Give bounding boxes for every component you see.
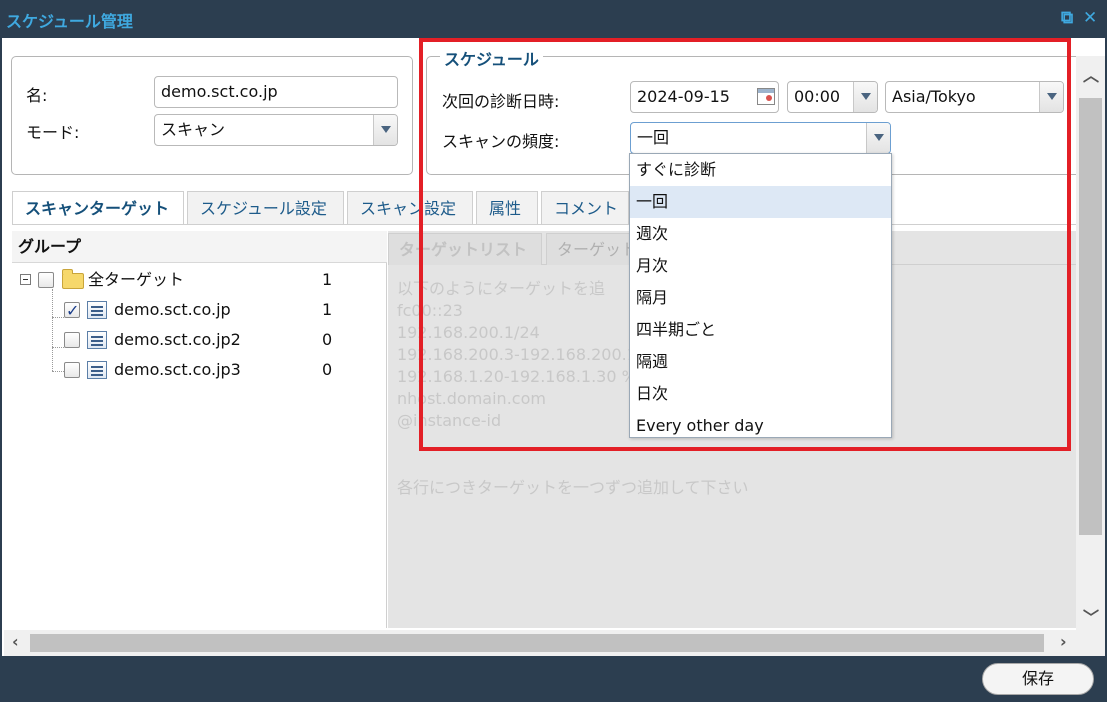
time-dropdown-button[interactable] [853,82,877,112]
frequency-option-weekly[interactable]: 週次 [630,218,891,250]
target-example: 192.168.1.20-192.168.1.30 % [397,367,637,386]
vertical-scrollbar-thumb[interactable] [1079,98,1102,535]
target-checkbox[interactable] [64,332,80,348]
name-label: 名: [26,86,48,105]
frequency-option-daily[interactable]: 日次 [630,378,891,410]
frequency-option-every-other-day[interactable]: Every other day [630,410,891,442]
horizontal-scrollbar[interactable]: ‹ › [4,630,1105,656]
tabs-divider [12,224,1078,225]
scroll-left-icon[interactable]: ‹ [12,632,19,651]
tree-item-count: 0 [322,360,333,379]
target-example: 192.168.200.3-192.168.200.1 [397,345,637,364]
target-list-icon [87,301,107,319]
tree-item-target[interactable]: demo.sct.co.jp3 0 [18,357,378,383]
target-example: fc00::23 [397,301,463,320]
frequency-option-biweekly[interactable]: 隔週 [630,346,891,378]
frequency-option-quarterly[interactable]: 四半期ごと [630,314,891,346]
frequency-option-once[interactable]: 一回 [630,186,891,218]
tab-scan-settings[interactable]: スキャン設定 [347,191,473,225]
name-input[interactable]: demo.sct.co.jp [154,76,398,108]
mode-dropdown-button[interactable] [373,115,397,145]
target-checkbox[interactable] [64,362,80,378]
tree-item-label: demo.sct.co.jp [114,300,231,319]
frequency-option-bimonthly[interactable]: 隔月 [630,282,891,314]
schedule-legend: スケジュール [440,46,543,70]
all-targets-checkbox[interactable] [38,272,54,288]
date-value: 2024-09-15 [637,87,730,106]
frequency-dropdown-button[interactable] [866,123,890,153]
tree-item-label: 全ターゲット [88,270,185,289]
frequency-option-monthly[interactable]: 月次 [630,250,891,282]
save-button[interactable]: 保存 [982,663,1094,695]
tab-target-list[interactable]: ターゲットリスト [388,233,542,265]
target-list-icon [87,361,107,379]
tab-comment[interactable]: コメント [541,191,629,225]
target-hint-text: 以下のようにターゲットを追 [397,279,606,298]
tree-item-label: demo.sct.co.jp2 [114,330,241,349]
mode-select-value: スキャン [161,120,226,139]
target-list-icon [87,331,107,349]
tree-item-count: 1 [322,270,333,289]
chevron-down-icon [1047,93,1057,100]
calendar-icon[interactable] [757,88,775,105]
timezone-dropdown-button[interactable] [1039,82,1063,112]
window-title: スケジュール管理 [6,12,133,31]
collapse-icon[interactable] [20,274,31,285]
target-example: 192.168.200.1/24 [397,323,540,342]
tree-item-target[interactable]: demo.sct.co.jp 1 [18,297,378,324]
chevron-down-icon [874,134,884,141]
tree-item-all-targets[interactable]: 全ターゲット 1 [18,267,378,293]
target-example: @instance-id [397,411,502,430]
horizontal-scrollbar-thumb[interactable] [30,634,1044,652]
tree-item-count: 0 [322,330,333,349]
scroll-down-icon[interactable]: ﹀ [1083,604,1099,628]
tree-item-label: demo.sct.co.jp3 [114,360,241,379]
tree-item-target[interactable]: demo.sct.co.jp2 0 [18,327,378,353]
group-header: グループ [12,231,387,263]
target-hint-bottom: 各行につきターゲットを一つずつ追加して下さい [397,478,749,497]
folder-icon [62,269,84,289]
group-panel: グループ 全ターゲット 1 demo.sct.co.jp 1 [12,231,387,628]
restore-window-icon[interactable]: ⧉ [1061,8,1073,28]
frequency-dropdown-list: すぐに診断 一回 週次 月次 隔月 四半期ごと 隔週 日次 Every othe… [629,153,892,438]
tree-item-count: 1 [322,300,333,319]
chevron-down-icon [861,93,871,100]
next-scan-label: 次回の診断日時: [442,92,560,111]
time-select[interactable]: 00:00 [787,81,878,113]
close-icon[interactable]: ✕ [1083,8,1097,28]
tab-scan-target[interactable]: スキャンターゲット [12,191,184,225]
frequency-select[interactable]: 一回 [630,122,891,154]
title-bar: スケジュール管理 ⧉ ✕ [0,0,1107,38]
next-scan-date-input[interactable]: 2024-09-15 [630,81,779,113]
tab-attributes[interactable]: 属性 [476,191,538,225]
mode-select[interactable]: スキャン [154,114,398,146]
frequency-value: 一回 [637,128,670,147]
target-checkbox[interactable] [64,298,80,324]
frequency-option-immediate[interactable]: すぐに診断 [630,154,891,186]
timezone-select[interactable]: Asia/Tokyo [885,81,1064,113]
timezone-value: Asia/Tokyo [892,87,976,106]
tab-schedule-settings[interactable]: スケジュール設定 [187,191,344,225]
target-example: nhost.domain.com [397,389,546,408]
frequency-label: スキャンの頻度: [442,132,560,151]
mode-label: モード: [26,123,80,142]
dialog-content: 名: demo.sct.co.jp モード: スキャン スケジュール 次回の診断… [2,38,1105,656]
time-value: 00:00 [794,87,841,106]
scroll-up-icon[interactable]: ︿ [1083,62,1099,86]
dialog-footer: 保存 [0,656,1107,702]
chevron-down-icon [381,126,391,133]
schedule-management-window: スケジュール管理 ⧉ ✕ 名: demo.sct.co.jp モード: スキャン… [0,0,1107,702]
scroll-right-icon[interactable]: › [1060,632,1067,651]
